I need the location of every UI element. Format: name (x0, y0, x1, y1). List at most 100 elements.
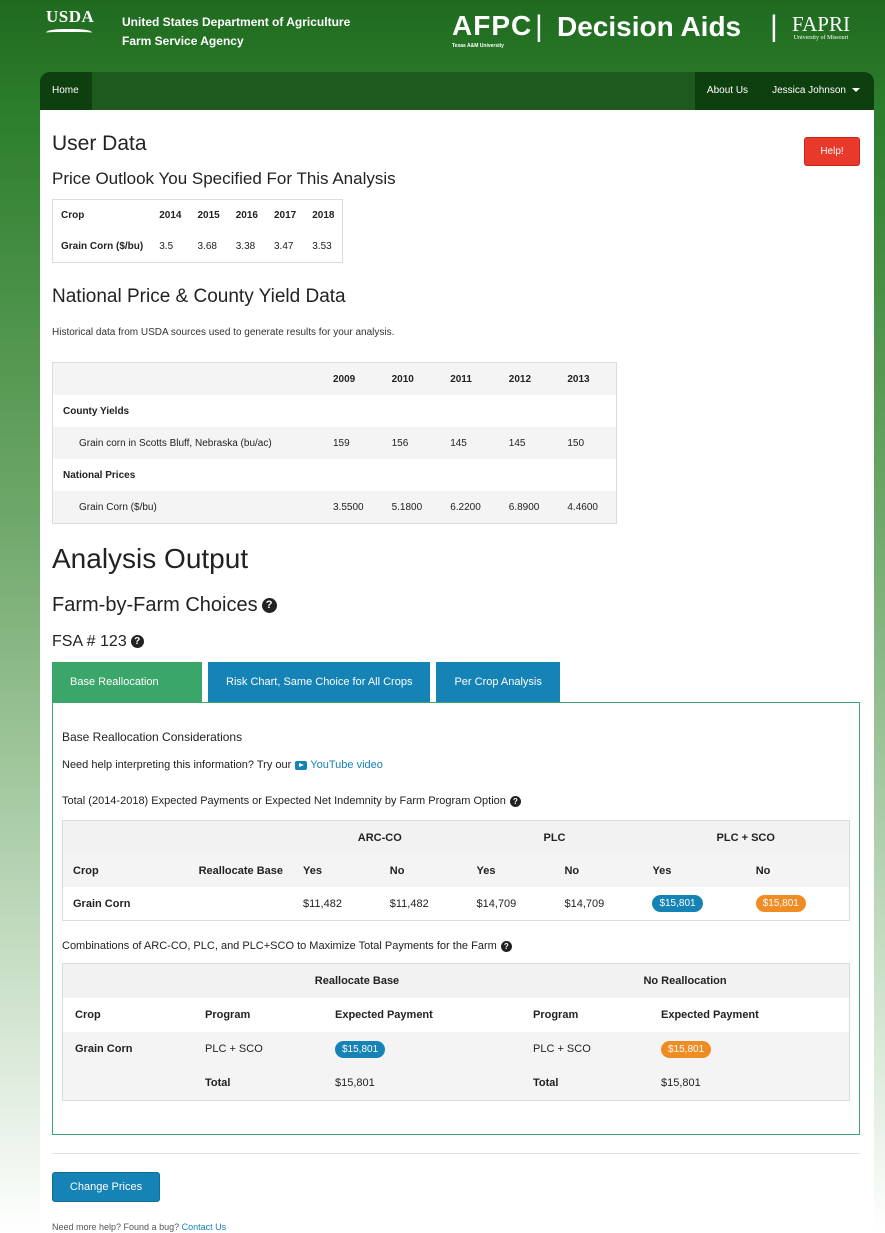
decision-aids-title: Decision Aids (557, 11, 742, 42)
site-banner: USDA United States Department of Agricul… (32, 0, 874, 70)
crop-cell: Grain Corn ($/bu) (61, 241, 144, 252)
group-header-blank (63, 964, 193, 998)
tab-base-reallocation[interactable]: Base Reallocation (52, 662, 202, 702)
combinations-label: Combinations of ARC-CO, PLC, and PLC+SCO… (62, 940, 497, 952)
value-cell: 145 (508, 437, 526, 449)
panel-help-line: Need help interpreting this information?… (62, 759, 383, 771)
payment-cell: $15,801 (649, 1032, 849, 1066)
nav-home[interactable]: Home (40, 72, 92, 110)
col-header: Expected Payment (335, 1009, 433, 1021)
price-outlook-table: Crop 2014 2015 2016 2017 2018 Grain Corn… (52, 199, 344, 263)
price-cell: 3.68 (197, 241, 217, 252)
group-header: No Reallocation (521, 964, 849, 998)
table-row: Grain Corn PLC + SCO $15,801 PLC + SCO $… (63, 1032, 849, 1066)
group-header: ARC-CO (293, 821, 467, 854)
combinations-table: Reallocate Base No Reallocation Crop Pro… (62, 963, 850, 1101)
total-value: $15,801 (661, 1077, 701, 1089)
table-row: Grain corn in Scotts Bluff, Nebraska (bu… (53, 427, 616, 459)
combinations-title: Combinations of ARC-CO, PLC, and PLC+SCO… (62, 940, 512, 952)
price-cell: 3.38 (235, 241, 256, 252)
value-cell: 145 (450, 437, 467, 449)
page-shell: USDA United States Department of Agricul… (32, 0, 874, 1233)
col-header: 2010 (391, 373, 414, 385)
main-content: User Data Help! Price Outlook You Specif… (40, 110, 874, 1233)
col-header: No (755, 864, 771, 877)
sub-header-row: Crop Reallocate Base Yes No Yes No Yes N… (63, 854, 849, 887)
best-payment-badge: $15,801 (335, 1040, 386, 1058)
national-prices-label: National Prices (63, 469, 136, 481)
group-header: PLC + SCO (642, 821, 849, 854)
afpc-logo: AFPC Texas A&M University (452, 10, 533, 49)
question-circle-icon[interactable]: ? (509, 795, 521, 807)
usda-swoosh-icon (46, 29, 92, 38)
col-header: Crop (73, 864, 99, 877)
value-cell: 159 (333, 437, 350, 449)
help-button[interactable]: Help! (804, 137, 860, 166)
contact-us-link[interactable]: Contact Us (182, 1222, 227, 1232)
col-header: Crop (75, 1009, 101, 1021)
change-prices-button[interactable]: Change Prices (52, 1172, 160, 1202)
youtube-video-link[interactable]: YouTube video (310, 759, 383, 771)
user-menu[interactable]: Jessica Johnson (772, 72, 860, 110)
chevron-down-icon (852, 88, 860, 93)
question-circle-icon[interactable]: ? (130, 635, 144, 649)
section-divider (52, 1153, 860, 1154)
total-label: Total (533, 1077, 559, 1089)
analysis-output-title: Analysis Output (52, 543, 249, 574)
value-cell: 4.4600 (567, 501, 598, 513)
program-cell: PLC + SCO (205, 1043, 263, 1055)
national-data-description: Historical data from USDA sources used t… (52, 327, 395, 338)
question-circle-icon[interactable]: ? (261, 598, 277, 614)
col-header: 2017 (273, 210, 297, 221)
sco-yes-cell: $15,801 (642, 887, 745, 920)
plc-no-cell: $14,709 (564, 897, 605, 910)
col-header: Yes (476, 864, 496, 877)
sco-no-cell: $15,801 (746, 887, 849, 920)
panel-heading: Base Reallocation Considerations (62, 730, 243, 744)
group-header-row: ARC-CO PLC PLC + SCO (63, 821, 849, 854)
col-header: Expected Payment (661, 1009, 759, 1021)
col-header: No (564, 864, 580, 877)
farm-choices-title: Farm-by-Farm Choices? (52, 594, 277, 617)
col-header: Program (533, 1009, 579, 1021)
usda-wordmark: USDA (46, 7, 95, 26)
col-header: Reallocate Base (198, 864, 283, 877)
group-header-row: Reallocate Base No Reallocation (63, 964, 849, 998)
farm-choices-label: Farm-by-Farm Choices (52, 594, 258, 616)
tab-risk-chart[interactable]: Risk Chart, Same Choice for All Crops (208, 662, 431, 702)
group-header-blank (63, 821, 293, 854)
agency-name: United States Department of Agriculture … (122, 13, 350, 51)
price-cell: 3.5 (159, 241, 174, 252)
table-header-row: 2009 2010 2011 2012 2013 (53, 363, 616, 395)
value-cell: 156 (391, 437, 409, 449)
afpc-wordmark: AFPC (452, 10, 533, 41)
sub-header-row: Crop Program Expected Payment Program Ex… (63, 998, 849, 1032)
col-header: No (389, 864, 405, 877)
footer-help: Need more help? Found a bug? Contact Us (52, 1222, 226, 1232)
col-header: 2015 (197, 210, 220, 221)
table-row: Grain Corn ($/bu) 3.5500 5.1800 6.2200 6… (53, 491, 616, 523)
footer-help-text: Need more help? Found a bug? (52, 1222, 180, 1232)
col-header: 2016 (235, 210, 258, 221)
table-header-row: Crop 2014 2015 2016 2017 2018 (53, 200, 342, 231)
col-header: 2009 (333, 373, 356, 385)
nav-about-us[interactable]: About Us (707, 72, 748, 110)
fapri-subtitle: University of Missouri (793, 35, 849, 41)
fsa-number-label: FSA # 123 (52, 633, 127, 650)
banner-divider-2: | (770, 10, 778, 43)
tab-per-crop-analysis[interactable]: Per Crop Analysis (436, 662, 560, 702)
value-cell: 6.8900 (508, 501, 540, 513)
arc-yes-cell: $11,482 (303, 897, 342, 910)
section-row: County Yields (53, 395, 616, 427)
total-label: Total (205, 1077, 231, 1089)
section-row: National Prices (53, 459, 616, 491)
plc-yes-cell: $14,709 (476, 897, 517, 910)
analysis-tabs: Base Reallocation Risk Chart, Same Choic… (52, 662, 560, 702)
col-header: Program (205, 1009, 251, 1021)
question-circle-icon[interactable]: ? (500, 940, 512, 952)
value-cell: 6.2200 (450, 501, 481, 513)
price-outlook-title: Price Outlook You Specified For This Ana… (52, 169, 396, 188)
program-cell: PLC + SCO (533, 1043, 591, 1055)
afpc-subtitle: Texas A&M University (452, 43, 504, 49)
col-header: Crop (61, 210, 85, 221)
